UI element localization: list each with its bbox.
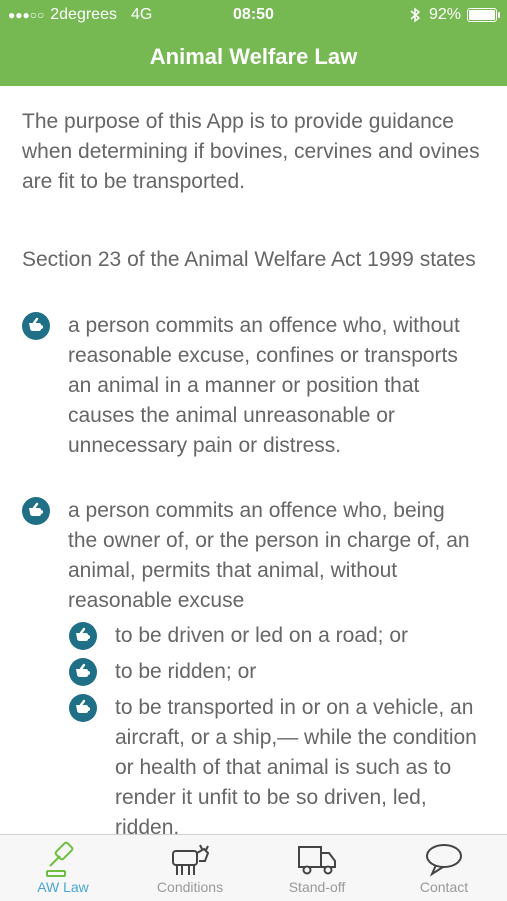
intro-text: The purpose of this App is to provide gu…: [22, 110, 480, 193]
speech-bubble-icon: [426, 844, 462, 877]
tab-conditions[interactable]: Conditions: [127, 835, 253, 901]
status-bar: ●●●○○ 2degrees 4G 08:50 92%: [0, 0, 507, 30]
sub-bullet-item: to be transported in or on a vehicle, an…: [69, 693, 489, 834]
gavel-icon: [46, 841, 74, 877]
pointing-hand-icon: [69, 694, 97, 722]
nav-bar: Animal Welfare Law: [0, 30, 507, 86]
tab-label: Contact: [419, 879, 469, 895]
sub-bullet-item: to be ridden; or: [69, 657, 489, 687]
section-heading: Section 23 of the Animal Welfare Act 199…: [22, 248, 476, 271]
bullet-text: a person commits an offence who, being t…: [68, 499, 470, 612]
sub-bullet-item: to be driven or led on a road; or: [69, 621, 489, 651]
pointing-hand-icon: [22, 312, 50, 340]
battery-percent: 92%: [428, 6, 461, 23]
battery-icon: [467, 8, 500, 22]
pointing-hand-icon: [69, 622, 97, 650]
bullet-item: a person commits an offence who, without…: [22, 311, 492, 461]
page-title: Animal Welfare Law: [149, 44, 358, 69]
tab-contact[interactable]: Contact: [381, 835, 507, 901]
tab-label: Conditions: [156, 879, 224, 895]
tab-aw-law[interactable]: AW Law: [0, 835, 126, 901]
bluetooth-icon: [410, 7, 421, 23]
tab-label: Stand-off: [288, 879, 346, 895]
sub-bullet-text: to be transported in or on a vehicle, an…: [115, 696, 477, 834]
sub-bullet-text: to be driven or led on a road; or: [115, 624, 409, 647]
bullet-text: a person commits an offence who, without…: [68, 314, 460, 457]
battery-fill: [469, 10, 495, 20]
truck-icon: [298, 846, 336, 875]
status-right: 92%: [409, 6, 500, 24]
tab-bar: AW Law Conditions Stand-off Contact: [0, 834, 507, 901]
cow-icon: [172, 844, 210, 875]
content-scroll-area[interactable]: The purpose of this App is to provide gu…: [0, 86, 507, 834]
tab-label: AW Law: [37, 879, 89, 895]
tab-stand-off[interactable]: Stand-off: [254, 835, 380, 901]
sub-bullet-text: to be ridden; or: [115, 660, 257, 683]
bullet-item: a person commits an offence who, being t…: [22, 496, 492, 616]
pointing-hand-icon: [22, 497, 50, 525]
pointing-hand-icon: [69, 658, 97, 686]
